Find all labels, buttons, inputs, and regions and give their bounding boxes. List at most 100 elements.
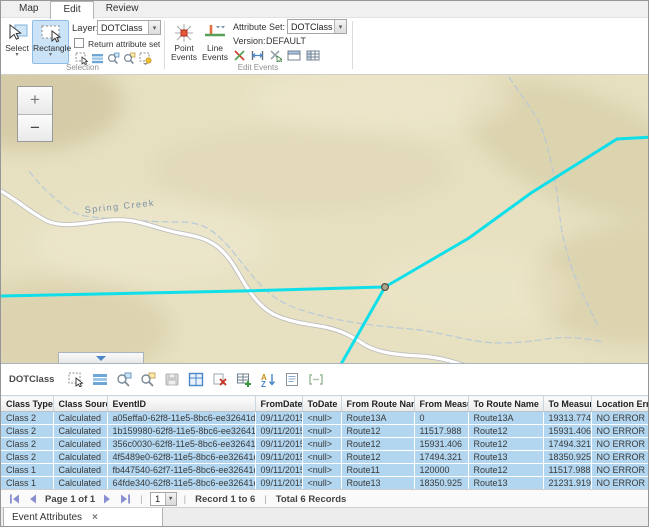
- first-page-button[interactable]: [9, 494, 20, 504]
- table-cell[interactable]: Class 2: [1, 412, 53, 425]
- table-cell[interactable]: Class 1: [1, 464, 53, 477]
- table-cell[interactable]: 11517.988: [543, 464, 591, 477]
- edit-measures-icon[interactable]: [308, 372, 324, 387]
- table-cell[interactable]: Route13: [468, 451, 543, 464]
- attribute-set-dropdown[interactable]: DOTClass ▾: [287, 19, 347, 34]
- table-cell[interactable]: 21231.919: [543, 477, 591, 490]
- layer-dropdown[interactable]: DOTClass ▾: [97, 20, 161, 35]
- table-cell[interactable]: Calculated: [53, 451, 107, 464]
- table-cell[interactable]: Route12: [341, 438, 414, 451]
- table-cell[interactable]: 09/11/2015: [255, 438, 302, 451]
- table-cell[interactable]: 4f5489e0-62f8-11e5-8bc6-ee32641d5ec9: [107, 451, 255, 464]
- table-cell[interactable]: 09/11/2015: [255, 412, 302, 425]
- table-cell[interactable]: Calculated: [53, 477, 107, 490]
- zoom-to-selection-icon[interactable]: [116, 372, 132, 387]
- table-row[interactable]: Class 2Calculated356c0030-62f8-11e5-8bc6…: [1, 438, 649, 451]
- table-cell[interactable]: Calculated: [53, 438, 107, 451]
- line-events-button[interactable]: Line Events: [200, 20, 230, 64]
- return-attribute-set-checkbox[interactable]: [74, 38, 84, 48]
- zoom-out-button[interactable]: −: [18, 114, 52, 141]
- table-cell[interactable]: 18350.925: [414, 477, 468, 490]
- table-cell[interactable]: 0: [414, 412, 468, 425]
- tab-edit[interactable]: Edit: [50, 1, 93, 19]
- column-header[interactable]: From Route Name: [341, 396, 414, 412]
- table-cell[interactable]: Class 2: [1, 438, 53, 451]
- table-cell[interactable]: Class 1: [1, 477, 53, 490]
- column-header[interactable]: To Measure: [543, 396, 591, 412]
- table-cell[interactable]: <null>: [302, 425, 341, 438]
- column-header[interactable]: Location Error: [591, 396, 649, 412]
- show-selected-records-icon[interactable]: [92, 372, 108, 387]
- switch-selection-icon[interactable]: [188, 372, 204, 387]
- table-cell[interactable]: 356c0030-62f8-11e5-8bc6-ee32641d5ec9: [107, 438, 255, 451]
- table-cell[interactable]: Class 2: [1, 451, 53, 464]
- snap-event-icon[interactable]: [269, 49, 282, 62]
- table-cell[interactable]: Class 2: [1, 425, 53, 438]
- table-cell[interactable]: <null>: [302, 464, 341, 477]
- select-features-icon[interactable]: [68, 372, 84, 387]
- last-page-button[interactable]: [120, 494, 131, 504]
- table-cell[interactable]: Route12: [468, 438, 543, 451]
- close-icon[interactable]: ×: [92, 512, 98, 523]
- table-cell[interactable]: Route12: [341, 451, 414, 464]
- chevron-down-icon[interactable]: ▾: [33, 53, 68, 58]
- table-cell[interactable]: 09/11/2015: [255, 464, 302, 477]
- table-cell[interactable]: a05effa0-62f8-11e5-8bc6-ee32641d5ec9: [107, 412, 255, 425]
- table-cell[interactable]: <null>: [302, 438, 341, 451]
- table-cell[interactable]: 11517.988: [414, 425, 468, 438]
- table-cell[interactable]: Calculated: [53, 412, 107, 425]
- event-grid-icon[interactable]: [306, 49, 320, 62]
- column-header[interactable]: To Route Name: [468, 396, 543, 412]
- table-cell[interactable]: <null>: [302, 451, 341, 464]
- rectangle-tool-button[interactable]: Rectangle ▾: [32, 20, 69, 64]
- table-row[interactable]: Class 1Calculated64fde340-62f8-11e5-8bc6…: [1, 477, 649, 490]
- page-select-dropdown[interactable]: 1 ▾: [150, 492, 177, 506]
- event-window-icon[interactable]: [287, 49, 301, 62]
- column-header[interactable]: FromDate: [255, 396, 302, 412]
- table-cell[interactable]: 18350.925: [543, 451, 591, 464]
- split-event-icon[interactable]: [233, 49, 246, 62]
- sort-records-icon[interactable]: A Z: [260, 372, 276, 387]
- table-row[interactable]: Class 2Calculated4f5489e0-62f8-11e5-8bc6…: [1, 451, 649, 464]
- table-cell[interactable]: 17494.321: [414, 451, 468, 464]
- table-cell[interactable]: NO ERROR: [591, 464, 649, 477]
- column-header[interactable]: EventID: [107, 396, 255, 412]
- table-cell[interactable]: Calculated: [53, 425, 107, 438]
- table-row[interactable]: Class 2Calculateda05effa0-62f8-11e5-8bc6…: [1, 412, 649, 425]
- tab-map[interactable]: Map: [7, 1, 50, 18]
- table-cell[interactable]: Route12: [341, 425, 414, 438]
- table-cell[interactable]: Route12: [468, 464, 543, 477]
- zoom-in-button[interactable]: +: [18, 87, 52, 114]
- table-cell[interactable]: <null>: [302, 412, 341, 425]
- table-cell[interactable]: NO ERROR: [591, 438, 649, 451]
- chevron-down-icon[interactable]: ▾: [4, 53, 30, 58]
- table-cell[interactable]: Calculated: [53, 464, 107, 477]
- measure-range-icon[interactable]: [251, 49, 264, 62]
- open-attributes-form-icon[interactable]: [284, 372, 300, 387]
- table-cell[interactable]: NO ERROR: [591, 425, 649, 438]
- table-cell[interactable]: 09/11/2015: [255, 425, 302, 438]
- column-header[interactable]: ToDate: [302, 396, 341, 412]
- table-cell[interactable]: fb447540-62f7-11e5-8bc6-ee32641d5ec9: [107, 464, 255, 477]
- table-cell[interactable]: Route12: [468, 425, 543, 438]
- table-cell[interactable]: NO ERROR: [591, 412, 649, 425]
- tab-review[interactable]: Review: [94, 1, 151, 18]
- pan-to-selection-icon[interactable]: [140, 372, 156, 387]
- save-edits-icon[interactable]: [164, 372, 180, 387]
- next-page-button[interactable]: [103, 494, 112, 504]
- select-tool-button[interactable]: Select ▾: [3, 20, 31, 64]
- table-cell[interactable]: 120000: [414, 464, 468, 477]
- table-cell[interactable]: 09/11/2015: [255, 477, 302, 490]
- table-cell[interactable]: 09/11/2015: [255, 451, 302, 464]
- column-header[interactable]: From Measure: [414, 396, 468, 412]
- table-cell[interactable]: Route11: [341, 464, 414, 477]
- table-cell[interactable]: 19313.774: [543, 412, 591, 425]
- table-cell[interactable]: NO ERROR: [591, 477, 649, 490]
- table-cell[interactable]: Route13A: [468, 412, 543, 425]
- table-cell[interactable]: 15931.406: [543, 425, 591, 438]
- table-cell[interactable]: 1b159980-62f8-11e5-8bc6-ee32641d5ec9: [107, 425, 255, 438]
- table-cell[interactable]: Route13: [341, 477, 414, 490]
- table-cell[interactable]: <null>: [302, 477, 341, 490]
- table-row[interactable]: Class 1Calculatedfb447540-62f7-11e5-8bc6…: [1, 464, 649, 477]
- table-row[interactable]: Class 2Calculated1b159980-62f8-11e5-8bc6…: [1, 425, 649, 438]
